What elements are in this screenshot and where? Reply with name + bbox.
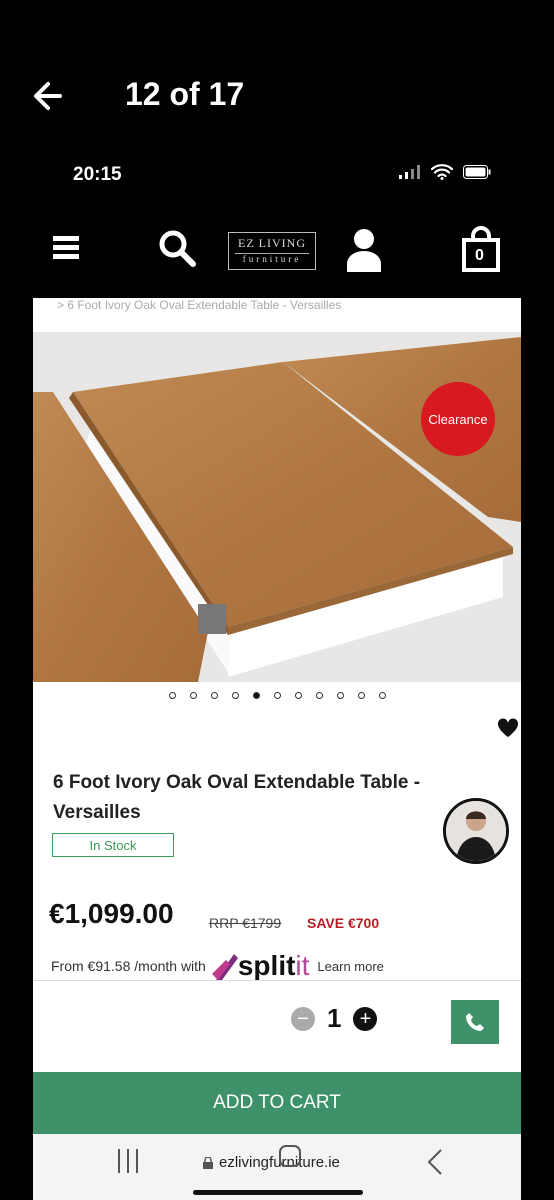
site-header: EZ LIVING furniture 0 bbox=[33, 202, 521, 298]
finance-offer: From €91.58 /month with split it Learn mo… bbox=[51, 950, 384, 982]
splitit-logo: split it bbox=[211, 950, 309, 982]
quantity-increase-button[interactable]: + bbox=[353, 1006, 378, 1031]
clearance-badge[interactable]: Clearance bbox=[421, 382, 495, 456]
assistant-avatar[interactable] bbox=[443, 798, 509, 864]
gallery-dot[interactable] bbox=[378, 692, 386, 699]
browser-navbar: ezlivingfurniture.ie bbox=[33, 1134, 521, 1200]
learn-more-link[interactable]: Learn more bbox=[317, 959, 383, 974]
gallery-dot[interactable] bbox=[315, 692, 323, 699]
product-price: €1,099.00 bbox=[49, 898, 174, 929]
menu-icon[interactable] bbox=[53, 234, 79, 265]
product-title: 6 Foot Ivory Oak Oval Extendable Table -… bbox=[53, 772, 421, 823]
gallery-dot[interactable] bbox=[336, 692, 344, 699]
user-icon[interactable] bbox=[345, 228, 383, 277]
breadcrumb[interactable]: > 6 Foot Ivory Oak Oval Extendable Table… bbox=[57, 298, 341, 312]
lock-icon bbox=[203, 1156, 213, 1169]
image-viewer-bar: 12 of 17 bbox=[0, 0, 554, 150]
gallery-pagination bbox=[33, 692, 521, 699]
home-button[interactable] bbox=[278, 1144, 302, 1173]
save-amount: SAVE €700 bbox=[307, 915, 380, 931]
home-indicator bbox=[193, 1190, 363, 1195]
heart-icon[interactable] bbox=[497, 718, 519, 743]
wifi-icon bbox=[431, 164, 453, 180]
quantity-value: 1 bbox=[327, 1003, 342, 1033]
quantity-decrease-button[interactable]: − bbox=[291, 1006, 315, 1031]
signal-icon bbox=[399, 165, 420, 179]
product-image[interactable]: Clearance bbox=[33, 332, 521, 682]
quantity-stepper: − 1 + bbox=[291, 1003, 378, 1034]
rrp-price: RRP €1799 bbox=[209, 915, 282, 931]
gallery-dot[interactable] bbox=[189, 692, 197, 699]
product-page: > 6 Foot Ivory Oak Oval Extendable Table… bbox=[33, 298, 521, 1200]
search-icon[interactable] bbox=[157, 228, 197, 273]
image-counter: 12 of 17 bbox=[125, 76, 245, 112]
gallery-dot[interactable] bbox=[168, 692, 176, 699]
gallery-dot[interactable] bbox=[294, 692, 302, 699]
finance-text: From €91.58 /month with bbox=[51, 958, 206, 974]
gallery-dot[interactable] bbox=[231, 692, 239, 699]
add-to-cart-button[interactable]: ADD TO CART bbox=[33, 1072, 521, 1134]
stock-badge: In Stock bbox=[52, 833, 174, 857]
url-bar[interactable]: ezlivingfurniture.ie bbox=[203, 1154, 340, 1171]
phone-icon bbox=[466, 1013, 484, 1031]
call-button[interactable] bbox=[451, 1000, 499, 1044]
gallery-dot[interactable] bbox=[357, 692, 365, 699]
phone-screenshot: 20:15 EZ LIVING furniture 0 > 6 Foot Ivo… bbox=[33, 150, 521, 1200]
gallery-dot[interactable] bbox=[273, 692, 281, 699]
cart-count: 0 bbox=[475, 247, 484, 264]
battery-icon bbox=[463, 165, 491, 179]
recent-apps-button[interactable] bbox=[115, 1148, 141, 1179]
browser-back-button[interactable] bbox=[425, 1148, 445, 1181]
divider bbox=[33, 980, 521, 981]
back-arrow-icon[interactable] bbox=[30, 78, 70, 114]
site-logo[interactable]: EZ LIVING furniture bbox=[228, 232, 316, 270]
gallery-dot[interactable] bbox=[252, 692, 260, 699]
cart-icon[interactable]: 0 bbox=[461, 226, 501, 277]
splitit-mark-icon bbox=[211, 954, 238, 980]
status-bar: 20:15 bbox=[33, 150, 521, 202]
gallery-dot[interactable] bbox=[210, 692, 218, 699]
status-time: 20:15 bbox=[73, 164, 122, 185]
